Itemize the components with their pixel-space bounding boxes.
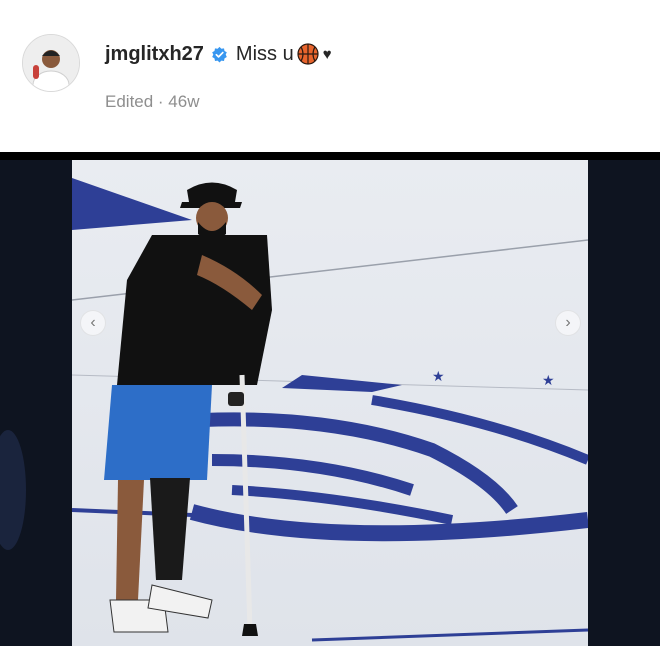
media-top-border: [0, 152, 660, 160]
avatar-photo: [23, 35, 79, 91]
username-row: jmglitxh27 Miss u ♥: [105, 40, 332, 68]
svg-text:★: ★: [432, 369, 445, 385]
svg-text:★: ★: [542, 373, 555, 389]
court-photo-illustration: ★ ★: [72, 160, 588, 646]
media-carousel[interactable]: ★ ★ ‹ ›: [0, 160, 660, 646]
post-meta: Edited · 46w: [105, 92, 200, 111]
chevron-right-icon: ›: [565, 314, 571, 331]
chevron-left-icon: ‹: [90, 314, 96, 331]
post-header: jmglitxh27 Miss u ♥ Edited · 46w: [0, 0, 660, 150]
carousel-next-button[interactable]: ›: [555, 310, 581, 336]
black-heart-emoji-icon: ♥: [322, 45, 332, 63]
verified-badge-icon: [211, 46, 228, 63]
caption-text: Miss u: [235, 42, 294, 65]
avatar[interactable]: [22, 34, 80, 92]
username-link[interactable]: jmglitxh27: [105, 43, 204, 66]
post-image[interactable]: ★ ★: [72, 160, 588, 646]
basketball-emoji-icon: [297, 43, 319, 65]
carousel-prev-button[interactable]: ‹: [80, 310, 106, 336]
